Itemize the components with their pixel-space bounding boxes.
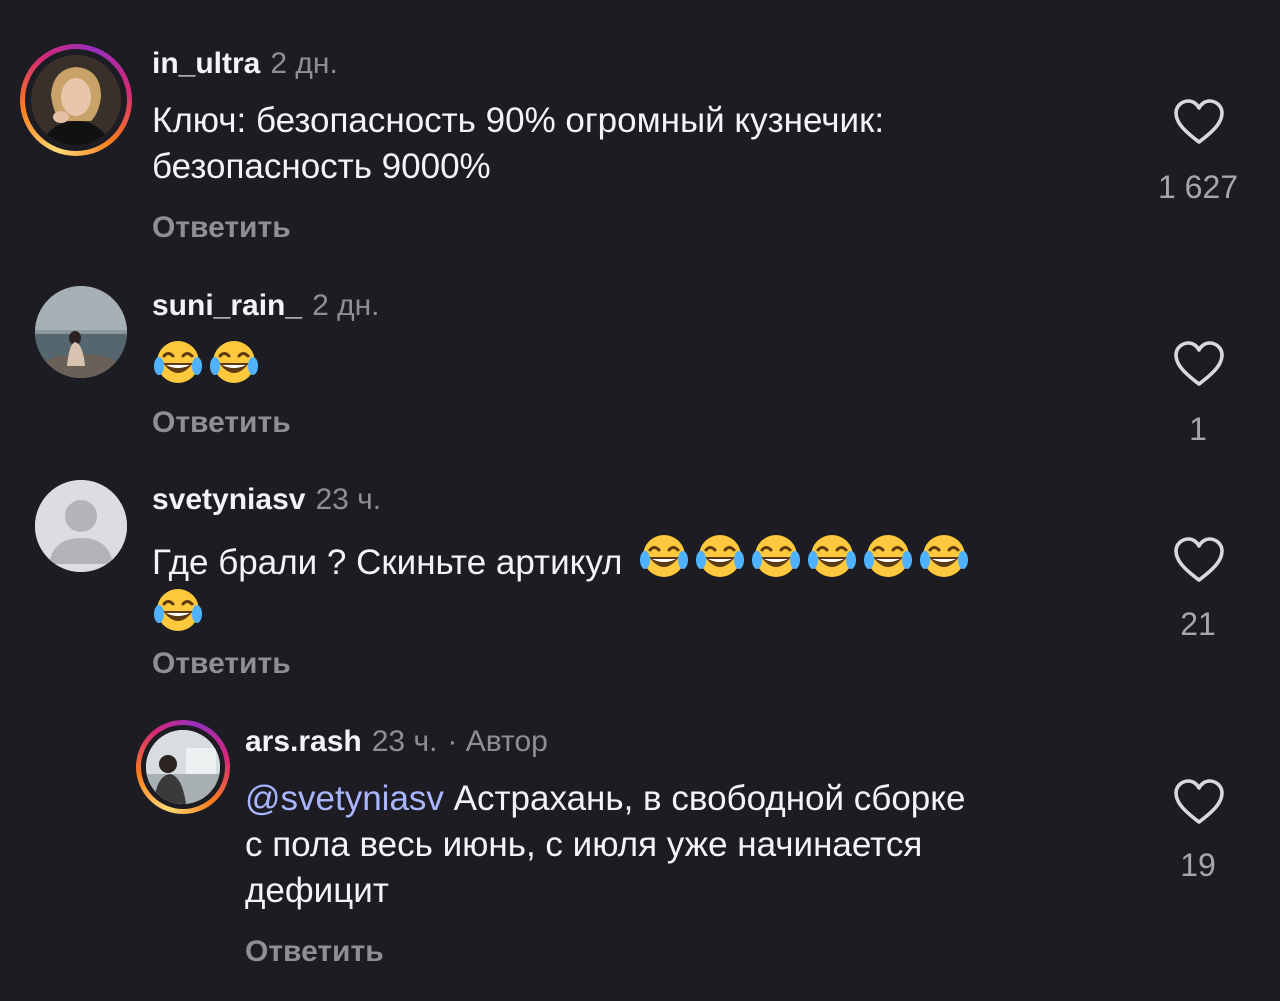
reply-item: ars.rash 23 ч. · Автор @svetyniasv Астраха… xyxy=(0,0,1280,1001)
comment-text-line: дефицит xyxy=(245,871,389,910)
author-badge: · Автор xyxy=(447,725,548,758)
like-count: 19 xyxy=(1180,847,1216,883)
username[interactable]: ars.rash xyxy=(245,725,362,758)
comment-text: @svetyniasv Астрахань, в свободной сборк… xyxy=(245,776,1145,914)
reply-button[interactable]: Ответить xyxy=(245,934,384,970)
comment-text-line: Астрахань, в свободной сборке xyxy=(453,779,966,818)
like-button[interactable] xyxy=(1173,778,1225,826)
avatar xyxy=(146,730,220,804)
heart-outline-icon xyxy=(1173,778,1225,826)
comment-text-line: с пола весь июнь, с июля уже начинается xyxy=(245,825,923,864)
story-ring[interactable] xyxy=(136,720,230,814)
mention-link[interactable]: @svetyniasv xyxy=(245,779,444,818)
timestamp: 23 ч. xyxy=(371,725,438,758)
